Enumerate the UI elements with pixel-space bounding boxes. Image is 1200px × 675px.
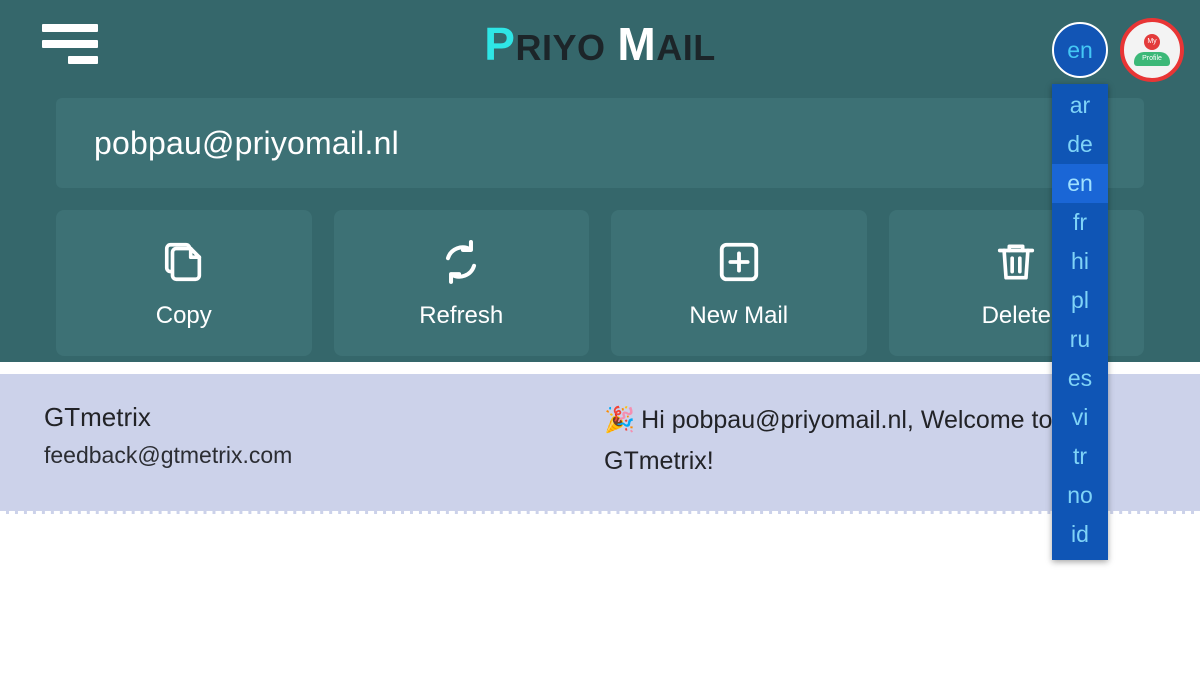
- new-mail-button[interactable]: New Mail: [611, 210, 867, 356]
- copy-button-label: Copy: [155, 302, 212, 329]
- language-option-ru[interactable]: ru: [1052, 320, 1108, 359]
- language-option-ar[interactable]: ar: [1052, 86, 1108, 125]
- email-address-value: pobpau@priyomail.nl: [94, 124, 399, 161]
- copy-button[interactable]: Copy: [56, 210, 312, 356]
- logo-p: P: [484, 18, 516, 70]
- avatar-body-icon: Profile: [1134, 52, 1170, 66]
- action-button-row: Copy Refresh New Mail Delete: [56, 210, 1144, 356]
- language-option-es[interactable]: es: [1052, 359, 1108, 398]
- logo-riyo: RIYO: [515, 27, 606, 68]
- language-selector-button[interactable]: en: [1052, 22, 1108, 78]
- logo-m: M: [617, 18, 657, 70]
- language-dropdown-menu[interactable]: ar de en fr hi pl ru es vi tr no id: [1052, 84, 1108, 560]
- app-logo: PRIYO MAIL: [0, 18, 1200, 74]
- party-popper-icon: 🎉: [604, 406, 636, 434]
- mail-sender-email: feedback@gtmetrix.com: [44, 442, 293, 468]
- plus-square-icon: [716, 236, 762, 288]
- profile-avatar[interactable]: My Profile: [1120, 18, 1184, 82]
- new-mail-button-label: New Mail: [689, 302, 789, 329]
- top-bar: PRIYO MAIL en My Profile ar de en fr hi pl ru e…: [0, 0, 1200, 560]
- language-option-tr[interactable]: tr: [1052, 437, 1108, 476]
- language-option-fr[interactable]: fr: [1052, 203, 1108, 242]
- refresh-button[interactable]: Refresh: [333, 210, 589, 356]
- mail-list: GTmetrix feedback@gtmetrix.com 🎉 Hi pobpau@…: [0, 374, 1200, 514]
- language-option-de[interactable]: de: [1052, 125, 1108, 164]
- language-selector-label: en: [1067, 36, 1093, 63]
- mail-row[interactable]: GTmetrix feedback@gtmetrix.com 🎉 Hi pobpau@…: [0, 374, 1200, 514]
- trash-icon: [993, 236, 1039, 288]
- language-option-vi[interactable]: vi: [1052, 398, 1108, 437]
- delete-button-label: Delete: [981, 302, 1051, 329]
- mail-subject-text: Hi pobpau@priyomail.nl, Welcome to GTmet…: [604, 406, 1053, 475]
- language-option-no[interactable]: no: [1052, 476, 1108, 515]
- language-option-en[interactable]: en: [1052, 164, 1108, 203]
- mail-sender: GTmetrix feedback@gtmetrix.com: [44, 398, 604, 474]
- language-option-hi[interactable]: hi: [1052, 242, 1108, 281]
- avatar-head-icon: My: [1144, 34, 1160, 50]
- app-header: PRIYO MAIL en My Profile ar de en fr hi pl ru e…: [0, 0, 1200, 560]
- copy-icon: [161, 236, 207, 288]
- priyo-mail-app: PRIYO MAIL en My Profile ar de en fr hi pl ru e…: [0, 0, 1200, 675]
- email-address-bar[interactable]: pobpau@priyomail.nl: [56, 98, 1144, 188]
- language-option-id[interactable]: id: [1052, 515, 1108, 554]
- refresh-icon: [438, 236, 484, 288]
- mail-sender-name: GTmetrix: [44, 402, 151, 432]
- language-option-pl[interactable]: pl: [1052, 281, 1108, 320]
- refresh-button-label: Refresh: [419, 302, 504, 329]
- logo-ail: AIL: [656, 27, 716, 68]
